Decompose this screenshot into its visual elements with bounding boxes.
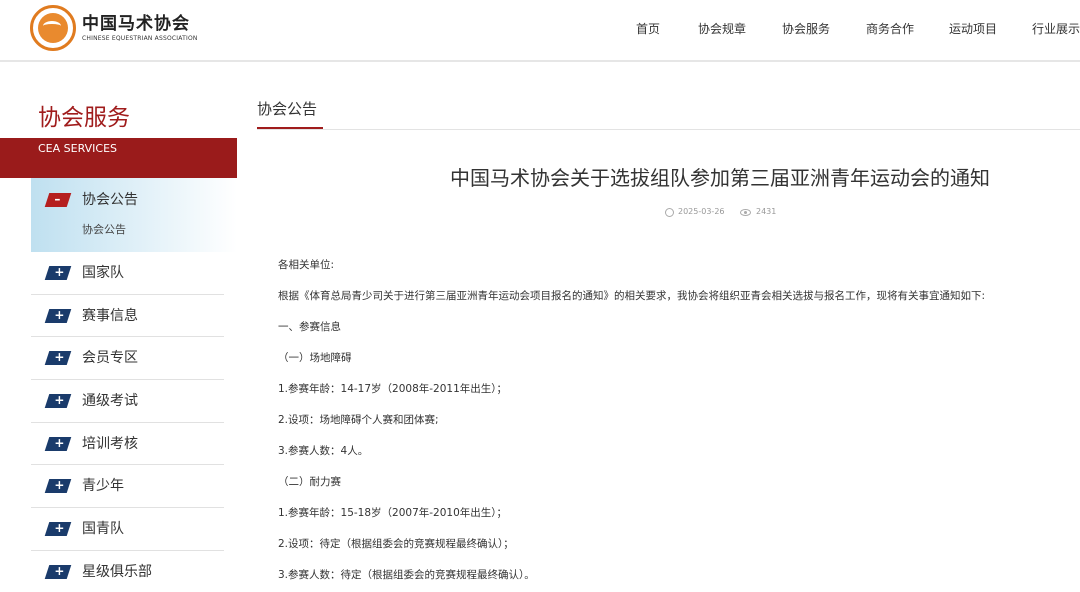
- article-date-text: 2025-03-26: [678, 207, 725, 216]
- article-paragraph: （二）耐力赛: [278, 476, 341, 488]
- article-paragraph: 3.参赛人数：待定（根据组委会的竞赛规程最终确认）。: [278, 569, 535, 581]
- article-paragraph: 根据《体育总局青少司关于进行第三届亚洲青年运动会项目报名的通知》的相关要求，我协…: [278, 290, 986, 302]
- sidebar-item-events[interactable]: + 赛事信息: [31, 295, 224, 338]
- site-header: 中国马术协会 CHINESE EQUESTRIAN ASSOCIATION 首页…: [0, 0, 1080, 62]
- nav-business[interactable]: 商务合作: [866, 21, 914, 37]
- sidebar-menu: + 国家队 + 赛事信息 + 会员专区 + 通级考试 + 培训考核 + 青少年 …: [31, 252, 224, 592]
- plus-flag-icon: +: [44, 265, 72, 280]
- plus-flag-icon: +: [44, 308, 72, 323]
- article-paragraph: 2.设项：待定（根据组委会的竞赛规程最终确认）；: [278, 538, 514, 550]
- sidebar-banner: CEA SERVICES: [0, 138, 237, 178]
- article-paragraph: 一、参赛信息: [278, 321, 341, 333]
- main-nav: 首页 协会规章 协会服务 商务合作 运动项目 行业展示: [0, 21, 1080, 37]
- article-paragraph: 3.参赛人数：4人。: [278, 445, 369, 457]
- clock-icon: [665, 207, 674, 217]
- sidebar-item-label: 国家队: [82, 265, 124, 281]
- sidebar-item-label: 国青队: [82, 521, 124, 538]
- section-title: 协会公告: [257, 100, 318, 118]
- article-views: 2431: [740, 206, 776, 218]
- article-title: 中国马术协会关于选拔组队参加第三届亚洲青年运动会的通知: [450, 166, 990, 190]
- sidebar-item-level-exam[interactable]: + 通级考试: [31, 380, 224, 423]
- plus-flag-icon: +: [44, 564, 72, 579]
- nav-sports[interactable]: 运动项目: [949, 21, 997, 37]
- divider: [257, 129, 1080, 130]
- sidebar-item-label: 青少年: [82, 478, 124, 495]
- sidebar-item-youth[interactable]: + 青少年: [31, 465, 224, 509]
- article-paragraph: 1.参赛年龄：14-17岁（2008年-2011年出生）；: [278, 383, 508, 395]
- plus-flag-icon: +: [44, 436, 72, 451]
- sidebar-item-label: 会员专区: [82, 350, 138, 367]
- plus-flag-icon: +: [44, 393, 72, 409]
- plus-flag-icon: +: [44, 350, 72, 366]
- sidebar-item-members[interactable]: + 会员专区: [31, 337, 224, 381]
- plus-flag-icon: +: [44, 521, 72, 537]
- sidebar-item-announcements[interactable]: – 协会公告 协会公告: [31, 178, 237, 252]
- article-views-count: 2431: [756, 207, 777, 216]
- article-date: 2025-03-26: [665, 206, 725, 218]
- sidebar-item-label: 赛事信息: [82, 307, 138, 324]
- sidebar-item-training[interactable]: + 培训考核: [31, 423, 224, 466]
- sidebar-item-label: 通级考试: [82, 393, 138, 410]
- sidebar-item-label: 星级俱乐部: [82, 563, 152, 580]
- sidebar-item-youth-national-team[interactable]: + 国青队: [31, 508, 224, 551]
- minus-flag-icon: –: [44, 192, 72, 207]
- sidebar-subitem-announcements[interactable]: 协会公告: [82, 223, 126, 237]
- nav-regulations[interactable]: 协会规章: [698, 21, 746, 37]
- eye-icon: [740, 208, 751, 216]
- plus-flag-icon: +: [44, 478, 72, 494]
- nav-industry[interactable]: 行业展示: [1032, 21, 1080, 37]
- sidebar-item-label: 协会公告: [82, 192, 138, 208]
- article-paragraph: 2.设项：场地障碍个人赛和团体赛;: [278, 414, 439, 426]
- sidebar-item-star-clubs[interactable]: + 星级俱乐部: [31, 551, 224, 592]
- article-paragraph: 各相关单位:: [278, 259, 335, 271]
- sidebar-title: 协会服务: [38, 105, 130, 131]
- nav-home[interactable]: 首页: [636, 21, 660, 37]
- nav-services[interactable]: 协会服务: [782, 21, 830, 37]
- sidebar-item-label: 培训考核: [82, 435, 138, 452]
- sidebar-subtitle: CEA SERVICES: [38, 142, 118, 155]
- sidebar-item-national-team[interactable]: + 国家队: [31, 252, 224, 295]
- article-paragraph: 1.参赛年龄：15-18岁（2007年-2010年出生）；: [278, 507, 508, 519]
- article-paragraph: （一）场地障碍: [278, 352, 352, 364]
